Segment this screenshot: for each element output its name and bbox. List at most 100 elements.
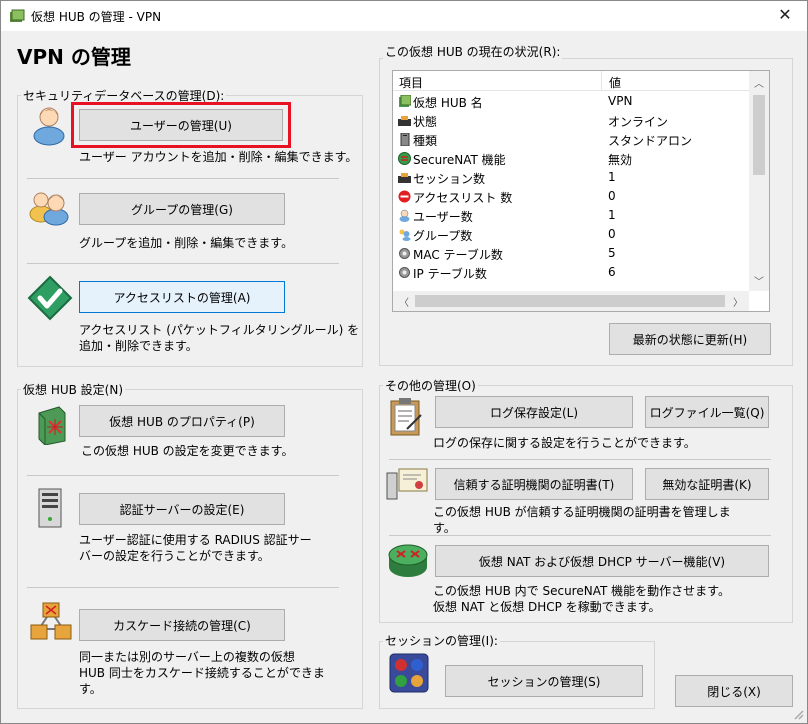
row-key: アクセスリスト 数 [413,191,513,205]
user-icon [399,209,410,222]
separator [27,178,339,179]
auth-server-button[interactable]: 認証サーバーの設定(E) [79,493,285,525]
hub-properties-desc: この仮想 HUB の設定を変更できます。 [81,444,294,458]
list-item[interactable]: SecureNAT 機能 無効 [393,149,749,168]
column-item-header[interactable]: 項目 [399,74,423,91]
user-icon [33,107,65,146]
row-key: グループ数 [413,229,473,243]
gear-icon [399,248,410,259]
app-icon [10,9,25,22]
status-legend: この仮想 HUB の現在の状況(R): [383,43,563,60]
cascade-desc-line2: HUB 同士をカスケード接続することができま [79,666,325,680]
cascade-desc-line3: す。 [79,682,102,696]
row-key: セッション数 [413,172,486,186]
group-management-desc: グループを追加・削除・編集できます。 [79,236,294,250]
hub-settings-legend: 仮想 HUB 設定(N) [21,381,126,398]
row-value: VPN [608,94,633,108]
row-value: スタンドアロン [608,134,693,148]
log-files-button[interactable]: ログファイル一覧(Q) [645,396,769,428]
list-item[interactable]: アクセスリスト 数 0 [393,187,749,206]
server-icon [400,133,410,146]
session-management-legend: セッションの管理(I): [383,632,500,649]
status-list[interactable]: 項目 値 仮想 HUB 名 VPN 状態 オンライン 種類 スタンドアロン Se… [392,70,770,312]
user-management-desc: ユーザー アカウントを追加・削除・編集できます。 [79,150,358,164]
virtual-nat-desc-line2: 仮想 NAT と仮想 DHCP を稼動できます。 [433,600,661,614]
list-item[interactable]: IP テーブル数 6 [393,263,749,282]
column-value-header[interactable]: 値 [609,74,621,91]
title-bar: 仮想 HUB の管理 - VPN ✕ [1,1,807,31]
virtual-nat-dhcp-button[interactable]: 仮想 NAT および仮想 DHCP サーバー機能(V) [435,545,769,577]
separator [27,263,339,264]
list-item[interactable]: 仮想 HUB 名 VPN [393,92,749,111]
gear-icon [399,267,410,278]
window-title: 仮想 HUB の管理 - VPN [31,10,162,24]
row-value: 6 [608,265,616,279]
hub-properties-icon [38,406,66,445]
hub-icon [399,95,411,107]
scroll-up-icon[interactable]: ︿ [754,75,764,90]
group-management-button[interactable]: グループの管理(G) [79,193,285,225]
list-item[interactable]: セッション数 1 [393,168,749,187]
list-item[interactable]: グループ数 0 [393,225,749,244]
vertical-scrollbar[interactable]: ︿ ﹀ [749,71,769,291]
trusted-ca-button[interactable]: 信頼する証明機関の証明書(T) [435,468,633,500]
scroll-left-icon[interactable]: 〈 [399,294,409,309]
row-key: 種類 [413,134,438,148]
row-key: MAC テーブル数 [413,248,503,262]
list-item[interactable]: 種類 スタンドアロン [393,130,749,149]
row-key: 仮想 HUB 名 [413,96,483,110]
resize-grip-icon[interactable] [791,707,805,721]
horizontal-scroll-thumb[interactable] [415,295,725,307]
access-list-desc-line2: 追加・削除できます。 [79,339,198,353]
list-item[interactable]: MAC テーブル数 5 [393,244,749,263]
row-value: 1 [608,208,616,222]
auth-server-icon [38,488,62,528]
row-value: オンライン [608,115,669,129]
log-settings-desc: ログの保存に関する設定を行うことができます。 [433,436,696,450]
vertical-scroll-thumb[interactable] [753,95,765,175]
row-key: SecureNAT 機能 [413,153,506,167]
separator [27,587,339,588]
group-icon [29,192,69,226]
row-value: 0 [608,227,616,241]
list-item[interactable]: 状態 オンライン [393,111,749,130]
checkmark-shield-icon [27,275,73,321]
hub-manager-window: 仮想 HUB の管理 - VPN ✕ VPN の管理 セキュリティデータベースの… [0,0,808,724]
sessions-icon [389,653,429,693]
cascade-icon [30,602,72,640]
trusted-ca-desc-line2: す。 [433,521,456,535]
group-icon [399,229,411,241]
separator [389,459,771,460]
certificate-icon [386,468,428,500]
separator [27,475,339,476]
list-header: 項目 値 [393,71,749,91]
log-settings-button[interactable]: ログ保存設定(L) [435,396,633,428]
auth-server-desc-line2: バーの設定を行うことができます。 [79,549,270,563]
revoked-cert-button[interactable]: 無効な証明書(K) [645,468,769,500]
scroll-down-icon[interactable]: ﹀ [754,273,764,288]
hub-properties-button[interactable]: 仮想 HUB のプロパティ(P) [79,405,285,437]
scroll-right-icon[interactable]: 〉 [733,294,743,309]
close-button[interactable]: 閉じる(X) [675,675,793,707]
router-icon [388,544,428,577]
other-management-legend: その他の管理(O) [383,377,478,394]
separator [389,535,771,536]
row-value: 無効 [608,153,633,167]
window-close-button[interactable]: ✕ [763,1,807,31]
list-item[interactable]: ユーザー数 1 [393,206,749,225]
session-management-button[interactable]: セッションの管理(S) [445,665,643,697]
refresh-button[interactable]: 最新の状態に更新(H) [609,323,771,355]
cascade-desc-line1: 同一または別のサーバー上の複数の仮想 [79,650,295,664]
session-icon [398,173,411,183]
row-key: IP テーブル数 [413,267,487,281]
cascade-button[interactable]: カスケード接続の管理(C) [79,609,285,641]
virtual-nat-desc-line1: この仮想 HUB 内で SecureNAT 機能を動作させます。 [433,584,730,598]
trusted-ca-desc-line1: この仮想 HUB が信頼する証明機関の証明書を管理しま [433,505,731,519]
row-value: 1 [608,170,616,184]
page-title: VPN の管理 [17,45,131,69]
horizontal-scrollbar[interactable]: 〈 〉 [393,291,749,311]
router-icon [398,152,411,165]
clipboard-icon [390,398,422,436]
access-list-button[interactable]: アクセスリストの管理(A) [79,281,285,313]
row-value: 5 [608,246,616,260]
